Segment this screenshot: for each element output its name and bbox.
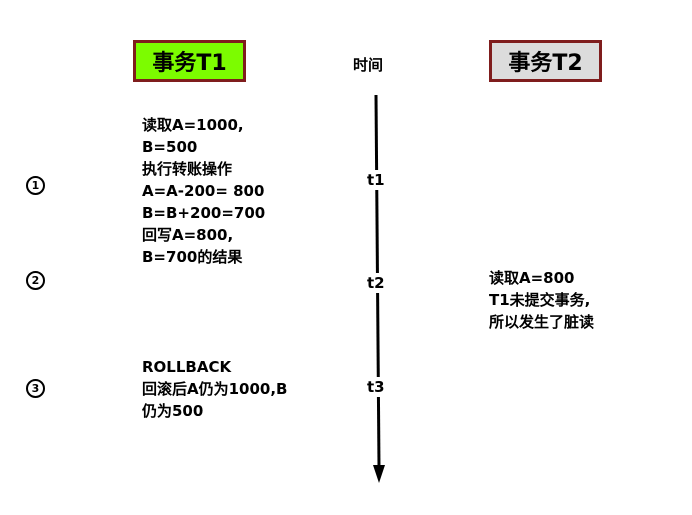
text-line: ROLLBACK <box>142 358 232 376</box>
timeline-arrowhead <box>373 465 385 483</box>
text-line: 所以发生了脏读 <box>489 313 595 331</box>
tick-t3: t3 <box>366 377 386 397</box>
text-line: B=500 <box>142 138 198 156</box>
time-label: 时间 <box>353 56 384 74</box>
text-line: B=B+200=700 <box>142 204 266 222</box>
step-2-marker: 2 <box>26 271 45 290</box>
transaction-t2-header: 事务T2 <box>489 40 602 82</box>
tick-t1: t1 <box>366 170 386 190</box>
tick-t2: t2 <box>366 273 386 293</box>
text-line: 回滚后A仍为1000,B <box>142 380 288 398</box>
text-line: T1未提交事务, <box>489 291 591 309</box>
text-line: A=A-200= 800 <box>142 182 265 200</box>
transaction-t1-title: 事务T1 <box>152 51 227 76</box>
transaction-t2-title: 事务T2 <box>508 51 583 76</box>
text-line: 读取A=1000, <box>142 116 244 134</box>
t2-step2-text: 读取A=800 T1未提交事务, 所以发生了脏读 <box>489 267 594 333</box>
step-3-marker: 3 <box>26 379 45 398</box>
text-line: 回写A=800, <box>142 226 234 244</box>
step-1-marker: 1 <box>26 176 45 195</box>
text-line: 读取A=800 <box>489 269 575 287</box>
transaction-t1-header: 事务T1 <box>133 40 246 82</box>
text-line: 执行转账操作 <box>142 160 233 178</box>
t1-step3-text: ROLLBACK 回滚后A仍为1000,B 仍为500 <box>142 356 288 422</box>
text-line: B=700的结果 <box>142 248 243 266</box>
t1-step1-text: 读取A=1000, B=500 执行转账操作 A=A-200= 800 B=B+… <box>142 114 265 268</box>
text-line: 仍为500 <box>142 402 204 420</box>
